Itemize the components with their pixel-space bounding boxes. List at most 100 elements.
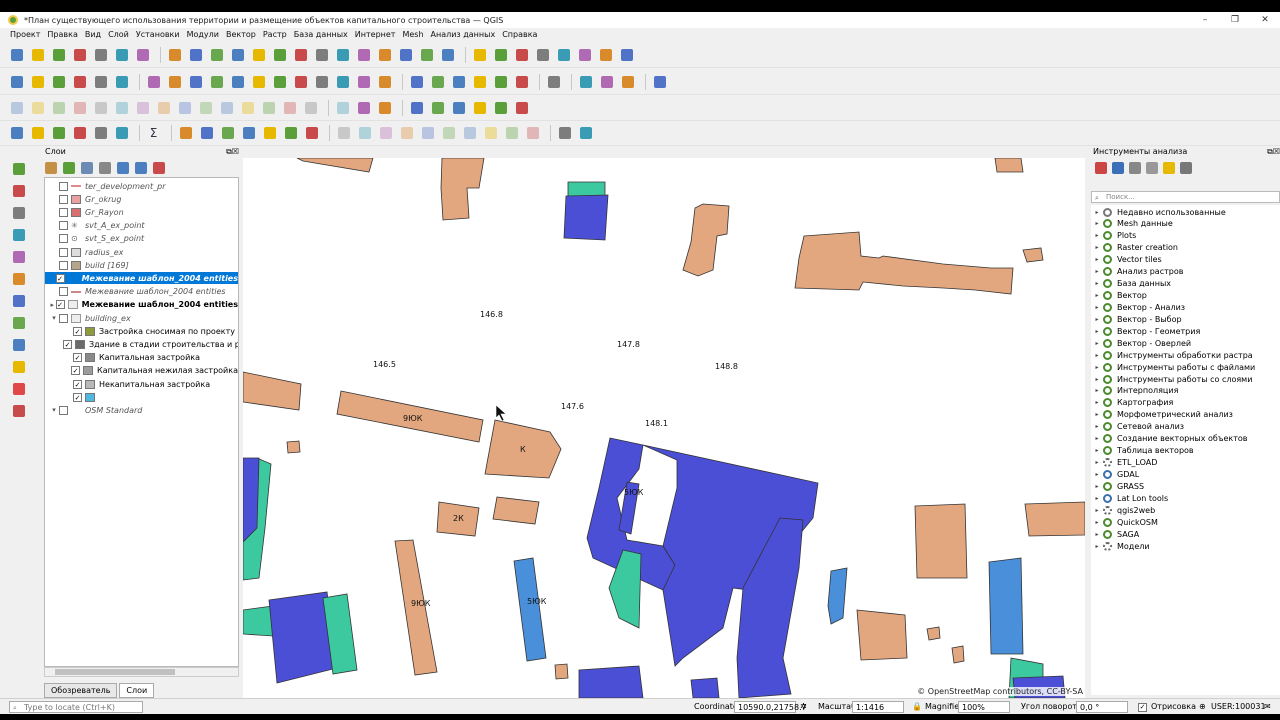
refresh-icon[interactable]	[418, 46, 435, 63]
georef-icon[interactable]	[408, 99, 425, 116]
save-edits-icon[interactable]	[187, 73, 204, 90]
reverse-icon[interactable]	[302, 99, 319, 116]
layer-row[interactable]: ▾ OSM Standard	[45, 404, 238, 416]
layer-visibility-checkbox[interactable]	[59, 287, 68, 297]
toggle-edit-icon[interactable]	[166, 73, 183, 90]
layers-panel-buttons[interactable]: ⧉☒	[226, 147, 239, 157]
globe-icon[interactable]	[282, 124, 299, 141]
add-virtual-layer-icon[interactable]	[10, 402, 27, 419]
split-parts-icon[interactable]	[92, 99, 109, 116]
remove-layer-icon[interactable]	[152, 162, 165, 175]
delete-selected-icon[interactable]	[271, 73, 288, 90]
expand-arrow-icon[interactable]: ▸	[1091, 316, 1103, 323]
processing-group-item[interactable]: ▸ Модели	[1091, 540, 1280, 552]
menu-processing[interactable]: Анализ данных	[431, 30, 496, 39]
menu-web[interactable]: Интернет	[355, 30, 396, 39]
pin-labels-icon[interactable]	[429, 73, 446, 90]
add-virtual-icon[interactable]	[113, 73, 130, 90]
building-polygon[interactable]	[296, 158, 374, 173]
menu-view[interactable]: Вид	[85, 30, 101, 39]
building-polygon[interactable]	[690, 677, 720, 698]
identify-icon[interactable]	[471, 46, 488, 63]
shape-8-icon[interactable]	[482, 124, 499, 141]
processing-group-item[interactable]: ▸ Vector tiles	[1091, 254, 1280, 266]
expand-arrow-icon[interactable]: ▸	[1091, 232, 1103, 239]
change-label-icon[interactable]	[513, 73, 530, 90]
layer-row[interactable]: ✳ svt_A_ex_point	[45, 220, 238, 232]
map-canvas[interactable]: 146.8 147.8 146.5 148.8 147.6 148.1 9ЮК К 5ЮК 2К 9…	[243, 158, 1085, 698]
tab-layers[interactable]: Слои	[119, 683, 155, 698]
help-icon[interactable]	[619, 73, 636, 90]
processing-group-item[interactable]: ▸ Картография	[1091, 397, 1280, 409]
layers-tree-scrollbar[interactable]	[44, 667, 239, 677]
building-polygon[interactable]	[988, 557, 1024, 655]
sigma-icon[interactable]: Σ	[145, 124, 162, 141]
layer-visibility-checkbox[interactable]: ✓	[63, 339, 72, 349]
expand-arrow-icon[interactable]: ▸	[1091, 447, 1103, 454]
pan-to-selection-icon[interactable]	[187, 46, 204, 63]
style-manager-icon[interactable]	[134, 46, 151, 63]
delete-ring-icon[interactable]	[260, 99, 277, 116]
building-polygon[interactable]	[827, 567, 848, 625]
layer-row[interactable]: Gr_Rayon	[45, 206, 238, 218]
menu-settings[interactable]: Установки	[136, 30, 180, 39]
layer-visibility-checkbox[interactable]: ✓	[55, 273, 65, 283]
expand-arrow-icon[interactable]: ▸	[1091, 352, 1103, 359]
processing-group-item[interactable]: ▸ Таблица векторов	[1091, 445, 1280, 457]
simplify-icon[interactable]	[176, 99, 193, 116]
add-delimited-text-icon[interactable]	[10, 226, 27, 243]
shape-7-icon[interactable]	[461, 124, 478, 141]
menu-layer[interactable]: Слой	[108, 30, 129, 39]
measure-icon[interactable]	[555, 46, 572, 63]
merge-attr-icon[interactable]	[134, 99, 151, 116]
magnifier-field[interactable]: 100%	[958, 701, 1010, 713]
layer-row[interactable]: ▸ ✓ Межевание шаблон_2004 entities	[45, 299, 238, 311]
close-button[interactable]: ✕	[1250, 12, 1280, 28]
rotation-field[interactable]: 0,0 °	[1076, 701, 1128, 713]
add-layer-icon[interactable]	[8, 73, 25, 90]
expand-arrow-icon[interactable]: ▸	[1091, 543, 1103, 550]
field-calc-icon[interactable]	[513, 46, 530, 63]
menu-database[interactable]: База данных	[294, 30, 348, 39]
expand-arrow-icon[interactable]: ▸	[1091, 399, 1103, 406]
save-project-icon[interactable]	[50, 46, 67, 63]
building-polygon[interactable]	[994, 158, 1024, 173]
digitize-icon[interactable]	[145, 73, 162, 90]
snapping-icon[interactable]	[471, 99, 488, 116]
zoom-next-icon[interactable]	[355, 46, 372, 63]
models-icon[interactable]	[1094, 162, 1107, 175]
zoom-full-icon[interactable]	[250, 46, 267, 63]
shape-5-icon[interactable]	[419, 124, 436, 141]
undo-icon[interactable]	[355, 73, 372, 90]
expand-arrow-icon[interactable]: ▸	[1091, 304, 1103, 311]
expand-arrow-icon[interactable]: ▸	[1091, 435, 1103, 442]
zoom-box-icon[interactable]	[240, 124, 257, 141]
select-value-icon[interactable]	[29, 124, 46, 141]
db-manager-icon[interactable]	[545, 73, 562, 90]
processing-group-item[interactable]: ▸ Raster creation	[1091, 242, 1280, 254]
qgis-python-icon[interactable]	[598, 73, 615, 90]
advanced-digitize-icon[interactable]	[8, 99, 25, 116]
paste-icon[interactable]	[334, 73, 351, 90]
menu-raster[interactable]: Растр	[263, 30, 287, 39]
menu-mesh[interactable]: Mesh	[402, 30, 423, 39]
building-polygon[interactable]	[1024, 501, 1085, 537]
move-feature-icon[interactable]	[229, 73, 246, 90]
layer-row[interactable]: Gr_okrug	[45, 193, 238, 205]
open-table-icon[interactable]	[492, 46, 509, 63]
add-vector-icon[interactable]	[29, 73, 46, 90]
processing-group-item[interactable]: ▸ ETL_LOAD	[1091, 457, 1280, 469]
layer-visibility-checkbox[interactable]	[59, 247, 68, 257]
cross-icon[interactable]	[492, 99, 509, 116]
reshape-icon[interactable]	[50, 99, 67, 116]
processing-group-item[interactable]: ▸ Морфометрический анализ	[1091, 409, 1280, 421]
expand-arrow-icon[interactable]: ▾	[49, 314, 59, 322]
layer-visibility-checkbox[interactable]: ✓	[73, 379, 82, 389]
plugin-icon[interactable]	[651, 73, 668, 90]
copy-icon[interactable]	[313, 73, 330, 90]
expand-arrow-icon[interactable]: ▸	[1091, 387, 1103, 394]
add-wms-layer-icon[interactable]	[10, 292, 27, 309]
move-label-icon[interactable]	[471, 73, 488, 90]
expand-arrow-icon[interactable]: ▸	[1091, 328, 1103, 335]
add-mesh-layer-icon[interactable]	[10, 204, 27, 221]
